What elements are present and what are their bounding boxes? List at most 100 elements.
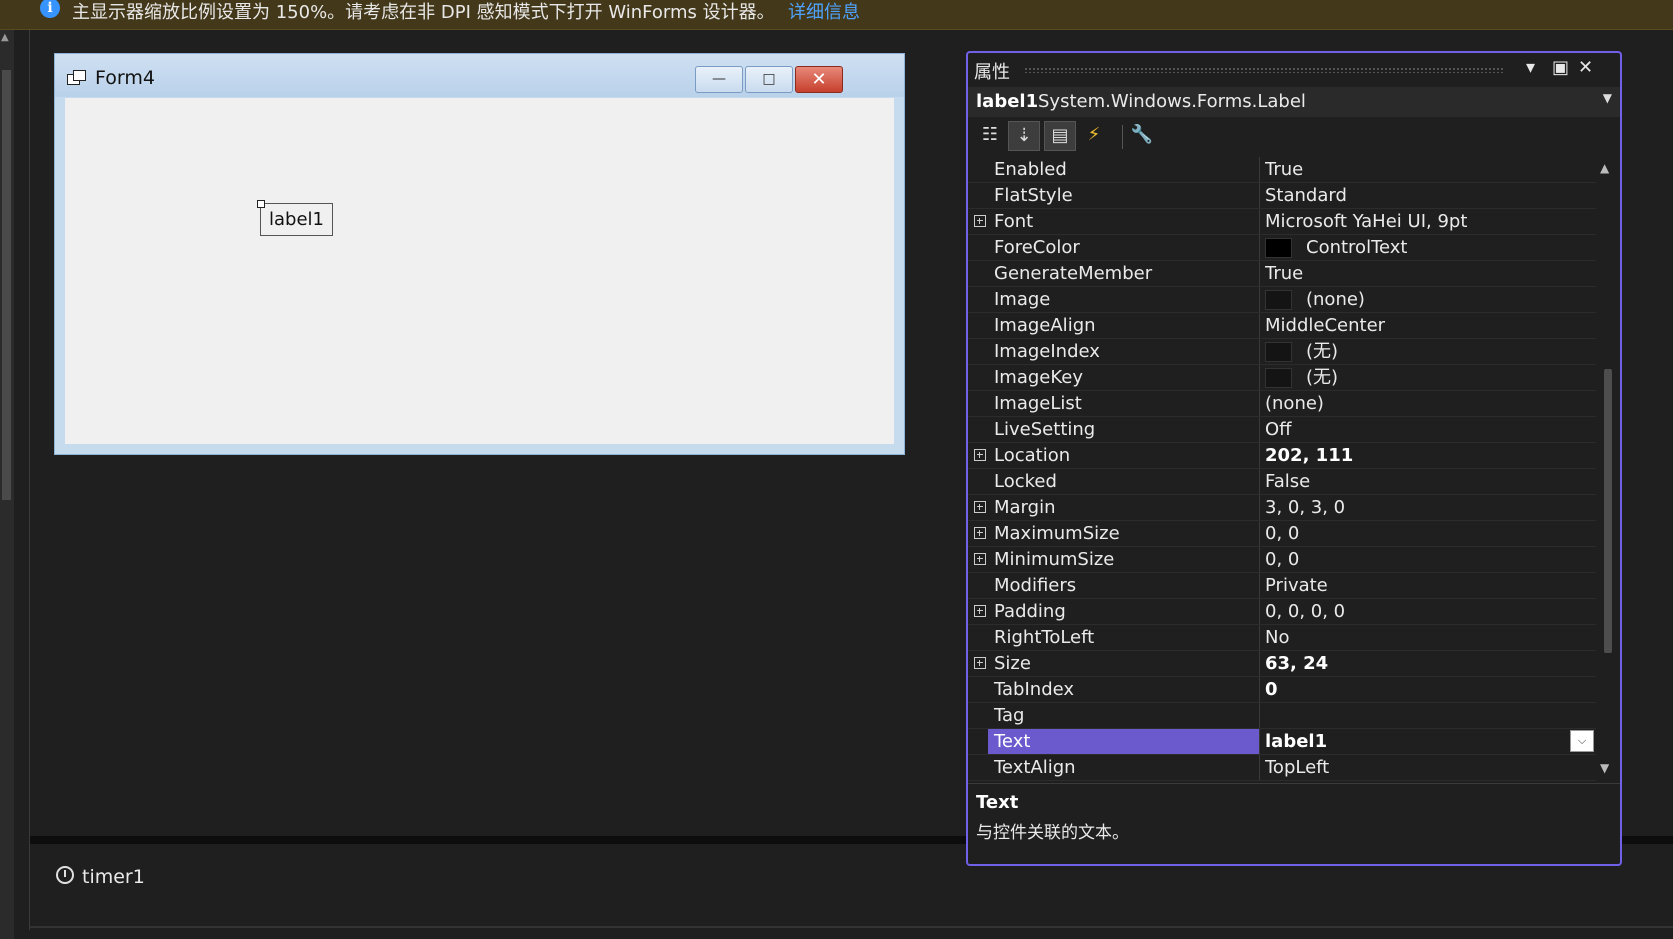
property-name: ImageKey	[994, 367, 1084, 388]
object-selector[interactable]: label1 System.Windows.Forms.Label ▼	[968, 87, 1620, 117]
alphabetical-icon[interactable]: ⇣	[1008, 121, 1040, 151]
column-separator	[1259, 261, 1260, 286]
property-row[interactable]: Location 202, 111	[968, 443, 1596, 469]
property-value[interactable]: TopLeft	[1265, 755, 1585, 780]
property-row[interactable]: FlatStyle Standard	[968, 183, 1596, 209]
property-value[interactable]: True	[1265, 157, 1585, 182]
designer-border	[29, 30, 30, 930]
drag-grip[interactable]	[1024, 67, 1504, 73]
close-panel-icon[interactable]: ✕	[1578, 57, 1593, 78]
property-value[interactable]: 0, 0, 0, 0	[1265, 599, 1585, 624]
property-value[interactable]: 0, 0	[1265, 547, 1585, 572]
close-button[interactable]: ✕	[795, 66, 843, 93]
property-value[interactable]: No	[1265, 625, 1585, 650]
property-row[interactable]: Locked False	[968, 469, 1596, 495]
expand-icon[interactable]	[974, 449, 986, 461]
property-row[interactable]: ImageAlign MiddleCenter	[968, 313, 1596, 339]
timer1-component[interactable]: timer1	[82, 866, 145, 888]
property-value[interactable]: (无)	[1306, 339, 1596, 364]
label1-control[interactable]: label1	[260, 203, 333, 236]
property-name: LiveSetting	[994, 419, 1096, 440]
form-designer-window[interactable]: Form4 — □ ✕	[54, 53, 905, 455]
window-position-dropdown-icon[interactable]: ▾	[1526, 57, 1535, 78]
property-value[interactable]: 0, 0	[1265, 521, 1585, 546]
timer-icon[interactable]	[56, 866, 74, 884]
property-row[interactable]: Margin 3, 0, 3, 0	[968, 495, 1596, 521]
property-value[interactable]: True	[1265, 261, 1585, 286]
property-value[interactable]: (none)	[1306, 287, 1596, 312]
selected-object-name: label1	[976, 91, 1039, 112]
property-value[interactable]: 0	[1265, 677, 1585, 702]
resize-handle[interactable]	[257, 200, 265, 208]
property-value[interactable]: False	[1265, 469, 1585, 494]
property-value[interactable]: label1	[1265, 729, 1585, 754]
form-client-area[interactable]	[65, 98, 894, 444]
property-value[interactable]	[1265, 703, 1585, 728]
events-icon[interactable]: ⚡	[1078, 121, 1110, 151]
property-row[interactable]: ImageList (none)	[968, 391, 1596, 417]
property-value[interactable]: (无)	[1306, 365, 1596, 390]
left-scrollbar[interactable]: ▲	[0, 30, 14, 939]
expand-icon[interactable]	[974, 657, 986, 669]
scroll-up-icon[interactable]: ▲	[1, 32, 9, 43]
categorized-icon[interactable]: ☷	[974, 121, 1006, 151]
property-name: FlatStyle	[994, 185, 1073, 206]
chevron-down-icon[interactable]: ▼	[1603, 91, 1612, 105]
expand-icon[interactable]	[974, 605, 986, 617]
wrench-icon[interactable]: 🔧	[1126, 121, 1158, 151]
color-swatch	[1265, 342, 1292, 362]
property-row[interactable]: ImageKey (无)	[968, 365, 1596, 391]
property-value[interactable]: MiddleCenter	[1265, 313, 1585, 338]
property-row[interactable]: Enabled True	[968, 157, 1596, 183]
expand-icon[interactable]	[974, 215, 986, 227]
property-row[interactable]: Modifiers Private	[968, 573, 1596, 599]
property-value[interactable]: Microsoft YaHei UI, 9pt	[1265, 209, 1585, 234]
properties-header[interactable]: 属性 ▾ ▣ ✕	[968, 53, 1620, 86]
property-row[interactable]: Size 63, 24	[968, 651, 1596, 677]
form-title: Form4	[95, 67, 155, 89]
expand-icon[interactable]	[974, 501, 986, 513]
scrollbar-thumb[interactable]	[1604, 369, 1612, 653]
property-row[interactable]: Text label1 ⌵	[968, 729, 1596, 755]
form-icon	[67, 70, 86, 85]
property-value[interactable]: 63, 24	[1265, 651, 1585, 676]
property-name: Size	[994, 653, 1031, 674]
properties-icon[interactable]: ▤	[1044, 121, 1076, 151]
property-name: Tag	[994, 705, 1025, 726]
expand-icon[interactable]	[974, 553, 986, 565]
minimize-button[interactable]: —	[695, 66, 743, 93]
column-separator	[1259, 703, 1260, 728]
maximize-button[interactable]: □	[745, 66, 793, 93]
property-row[interactable]: MinimumSize 0, 0	[968, 547, 1596, 573]
property-row[interactable]: TextAlign TopLeft	[968, 755, 1596, 781]
property-row[interactable]: RightToLeft No	[968, 625, 1596, 651]
property-row[interactable]: TabIndex 0	[968, 677, 1596, 703]
property-value[interactable]: Off	[1265, 417, 1585, 442]
property-row[interactable]: ImageIndex (无)	[968, 339, 1596, 365]
scrollbar-thumb[interactable]	[2, 70, 11, 500]
scroll-up-icon[interactable]: ▲	[1600, 161, 1609, 175]
expand-icon[interactable]	[974, 527, 986, 539]
property-row[interactable]: ForeColor ControlText	[968, 235, 1596, 261]
form-titlebar[interactable]: Form4 — □ ✕	[55, 54, 904, 97]
maximize-panel-icon[interactable]: ▣	[1552, 57, 1569, 78]
property-value[interactable]: 202, 111	[1265, 443, 1585, 468]
property-row[interactable]: Padding 0, 0, 0, 0	[968, 599, 1596, 625]
property-row[interactable]: Font Microsoft YaHei UI, 9pt	[968, 209, 1596, 235]
property-row[interactable]: MaximumSize 0, 0	[968, 521, 1596, 547]
property-name: Padding	[994, 601, 1066, 622]
property-value[interactable]: 3, 0, 3, 0	[1265, 495, 1585, 520]
property-value[interactable]: Standard	[1265, 183, 1585, 208]
property-scrollbar[interactable]: ▲ ▼	[1596, 157, 1620, 783]
property-value[interactable]: ControlText	[1306, 235, 1596, 260]
property-row[interactable]: LiveSetting Off	[968, 417, 1596, 443]
details-link[interactable]: 详细信息	[788, 0, 860, 24]
scroll-down-icon[interactable]: ▼	[1600, 761, 1609, 775]
value-dropdown-icon[interactable]: ⌵	[1570, 730, 1594, 752]
property-row[interactable]: Image (none)	[968, 287, 1596, 313]
property-row[interactable]: Tag	[968, 703, 1596, 729]
color-swatch	[1265, 238, 1292, 258]
property-value[interactable]: (none)	[1265, 391, 1585, 416]
property-value[interactable]: Private	[1265, 573, 1585, 598]
property-row[interactable]: GenerateMember True	[968, 261, 1596, 287]
